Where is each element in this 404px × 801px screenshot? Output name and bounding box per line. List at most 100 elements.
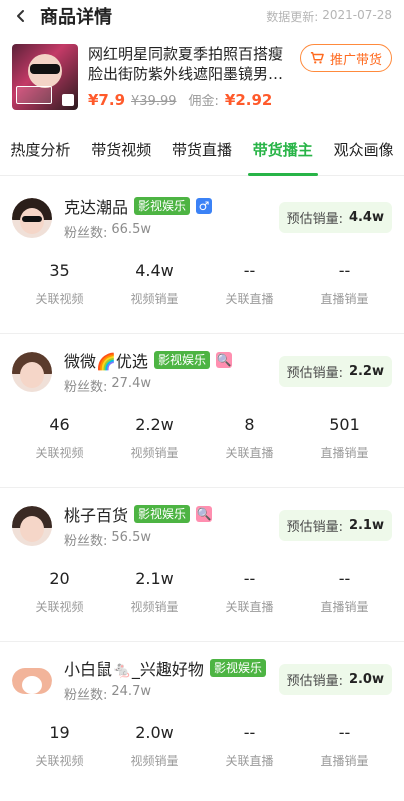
- anchor-stats: 35 关联视频 4.4w 视频销量 -- 关联直播 -- 直播销量: [12, 261, 392, 307]
- tab-heat-analysis[interactable]: 热度分析: [0, 124, 81, 176]
- est-label: 预估销量:: [286, 674, 343, 689]
- stat-label: 直播销量: [320, 446, 369, 460]
- anchor-item[interactable]: 小白鼠🐁_兴趣好物 影视娱乐 粉丝数: 24.7w 预估销量: 2.0w 19 …: [0, 642, 404, 796]
- tab-sales-live[interactable]: 带货直播: [162, 124, 243, 176]
- stat-label: 关联视频: [35, 754, 84, 768]
- fans-count: 27.4w: [111, 376, 151, 391]
- promote-button[interactable]: 推广带货: [300, 44, 392, 72]
- stat-label: 关联直播: [225, 754, 274, 768]
- product-thumbnail[interactable]: [12, 44, 78, 110]
- stat-value: --: [243, 569, 256, 588]
- stat-label: 直播销量: [320, 600, 369, 614]
- stat-video-sales: 2.0w 视频销量: [107, 723, 202, 769]
- category-tag: 影视娱乐: [153, 351, 210, 369]
- stat-value: --: [243, 261, 256, 280]
- est-value: 2.0w: [348, 672, 384, 687]
- avatar[interactable]: [12, 505, 52, 546]
- category-tag: 影视娱乐: [209, 659, 266, 677]
- anchor-stats: 20 关联视频 2.1w 视频销量 -- 关联直播 -- 直播销量: [12, 569, 392, 615]
- stat-label: 视频销量: [130, 600, 179, 614]
- anchor-stats: 19 关联视频 2.0w 视频销量 -- 关联直播 -- 直播销量: [12, 723, 392, 769]
- stat-related-videos: 35 关联视频: [12, 261, 107, 307]
- stat-related-live: -- 关联直播: [202, 261, 297, 307]
- data-update-info: 数据更新: 2021-07-28: [266, 8, 392, 25]
- top-bar: 商品详情 数据更新: 2021-07-28: [0, 0, 404, 32]
- stat-label: 视频销量: [130, 446, 179, 460]
- est-value: 2.2w: [348, 364, 384, 379]
- estimated-sales-badge: 预估销量: 2.2w: [278, 356, 392, 387]
- stat-value: --: [243, 723, 256, 742]
- update-date: 2021-07-28: [322, 7, 392, 22]
- search-icon: 🔍: [215, 352, 232, 368]
- fans-count: 66.5w: [111, 222, 151, 237]
- stat-label: 关联视频: [35, 292, 84, 306]
- commission-value: ¥2.92: [224, 91, 273, 109]
- tab-bar: 热度分析 带货视频 带货直播 带货播主 观众画像: [0, 124, 404, 176]
- product-info: 网红明星同款夏季拍照百搭瘦脸出街防紫外线遮阳墨镜男… ¥7.9 ¥39.99 佣…: [88, 44, 296, 109]
- product-title: 网红明星同款夏季拍照百搭瘦脸出街防紫外线遮阳墨镜男…: [88, 45, 284, 83]
- fans-count: 24.7w: [111, 684, 151, 699]
- est-value: 2.1w: [348, 518, 384, 533]
- stat-value: --: [338, 723, 351, 742]
- stat-value: 19: [49, 723, 70, 742]
- est-label: 预估销量:: [286, 212, 343, 227]
- stat-value: 4.4w: [135, 261, 174, 280]
- stat-value: 2.1w: [135, 569, 174, 588]
- anchor-item[interactable]: 微微🌈优选 影视娱乐 🔍 粉丝数: 27.4w 预估销量: 2.2w 46 关联…: [0, 334, 404, 488]
- anchor-item[interactable]: 桃子百货 影视娱乐 🔍 粉丝数: 56.5w 预估销量: 2.1w 20 关联视…: [0, 488, 404, 642]
- stat-related-videos: 20 关联视频: [12, 569, 107, 615]
- stat-value: --: [338, 569, 351, 588]
- stat-value: 2.0w: [135, 723, 174, 742]
- stat-related-videos: 46 关联视频: [12, 415, 107, 461]
- stat-label: 关联视频: [35, 600, 84, 614]
- product-card: 网红明星同款夏季拍照百搭瘦脸出街防紫外线遮阳墨镜男… ¥7.9 ¥39.99 佣…: [0, 32, 404, 124]
- estimated-sales-badge: 预估销量: 2.0w: [278, 664, 392, 695]
- commission-label: 佣金:: [188, 94, 219, 109]
- page-title: 商品详情: [40, 7, 112, 28]
- stat-live-sales: -- 直播销量: [297, 569, 392, 615]
- avatar[interactable]: [12, 197, 52, 238]
- tab-audience-profile[interactable]: 观众画像: [323, 124, 404, 176]
- search-icon: 🔍: [196, 506, 213, 522]
- stat-live-sales: -- 直播销量: [297, 261, 392, 307]
- fans-label: 粉丝数:: [64, 226, 108, 241]
- stat-value: 501: [329, 415, 360, 434]
- stat-value: 35: [49, 261, 70, 280]
- stat-live-sales: -- 直播销量: [297, 723, 392, 769]
- product-price: ¥7.9: [88, 91, 126, 109]
- category-tag: 影视娱乐: [134, 197, 191, 215]
- male-icon: ♂: [196, 198, 213, 214]
- avatar[interactable]: [12, 351, 52, 392]
- anchor-name: 微微🌈优选: [64, 352, 148, 371]
- stat-related-live: -- 关联直播: [202, 723, 297, 769]
- back-arrow-icon[interactable]: [12, 7, 30, 25]
- tab-sales-videos[interactable]: 带货视频: [81, 124, 162, 176]
- stat-related-videos: 19 关联视频: [12, 723, 107, 769]
- stat-value: --: [338, 261, 351, 280]
- stat-label: 关联视频: [35, 446, 84, 460]
- stat-related-live: 8 关联直播: [202, 415, 297, 461]
- fans-label: 粉丝数:: [64, 688, 108, 703]
- stat-related-live: -- 关联直播: [202, 569, 297, 615]
- stat-label: 关联直播: [225, 446, 274, 460]
- anchor-list: 克达潮品 影视娱乐 ♂ 粉丝数: 66.5w 预估销量: 4.4w 35 关联视…: [0, 176, 404, 796]
- stat-label: 视频销量: [130, 754, 179, 768]
- estimated-sales-badge: 预估销量: 4.4w: [278, 202, 392, 233]
- stat-label: 关联直播: [225, 600, 274, 614]
- est-value: 4.4w: [348, 210, 384, 225]
- stat-label: 直播销量: [320, 292, 369, 306]
- stat-video-sales: 2.2w 视频销量: [107, 415, 202, 461]
- anchor-name: 小白鼠🐁_兴趣好物: [64, 660, 204, 679]
- stat-label: 关联直播: [225, 292, 274, 306]
- avatar[interactable]: [12, 659, 52, 700]
- fans-count: 56.5w: [111, 530, 151, 545]
- cart-icon: [310, 52, 324, 64]
- fans-label: 粉丝数:: [64, 380, 108, 395]
- anchor-name: 桃子百货: [64, 506, 129, 525]
- price-row: ¥7.9 ¥39.99 佣金: ¥2.92: [88, 90, 296, 109]
- anchor-item[interactable]: 克达潮品 影视娱乐 ♂ 粉丝数: 66.5w 预估销量: 4.4w 35 关联视…: [0, 180, 404, 334]
- stat-label: 直播销量: [320, 754, 369, 768]
- promote-label: 推广带货: [329, 52, 382, 68]
- tab-sales-anchors[interactable]: 带货播主: [242, 124, 323, 176]
- stat-video-sales: 4.4w 视频销量: [107, 261, 202, 307]
